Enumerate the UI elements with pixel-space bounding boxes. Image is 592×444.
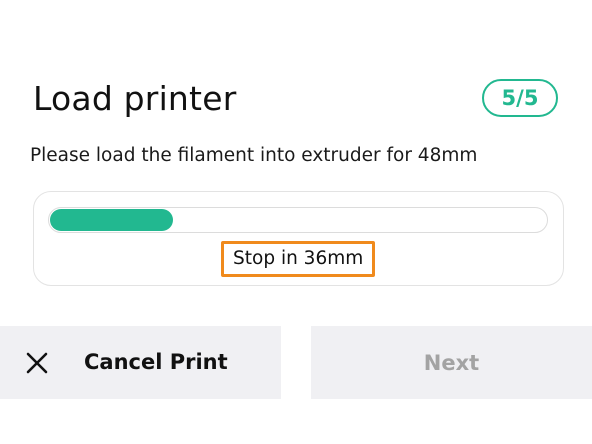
progress-card: Stop in 36mm <box>33 191 564 286</box>
cancel-print-button[interactable]: Cancel Print <box>0 326 281 399</box>
remaining-distance-label: Stop in 36mm <box>221 241 376 277</box>
progress-bar <box>48 207 548 233</box>
next-button[interactable]: Next <box>311 326 592 399</box>
step-indicator-badge: 5/5 <box>482 79 558 117</box>
close-icon <box>26 352 48 374</box>
load-printer-screen: Load printer 5/5 Please load the filamen… <box>0 0 592 444</box>
page-title: Load printer <box>33 79 237 118</box>
cancel-print-label: Cancel Print <box>84 350 228 374</box>
next-label: Next <box>423 350 480 375</box>
instruction-text: Please load the filament into extruder f… <box>30 145 478 166</box>
progress-bar-fill <box>50 209 173 231</box>
